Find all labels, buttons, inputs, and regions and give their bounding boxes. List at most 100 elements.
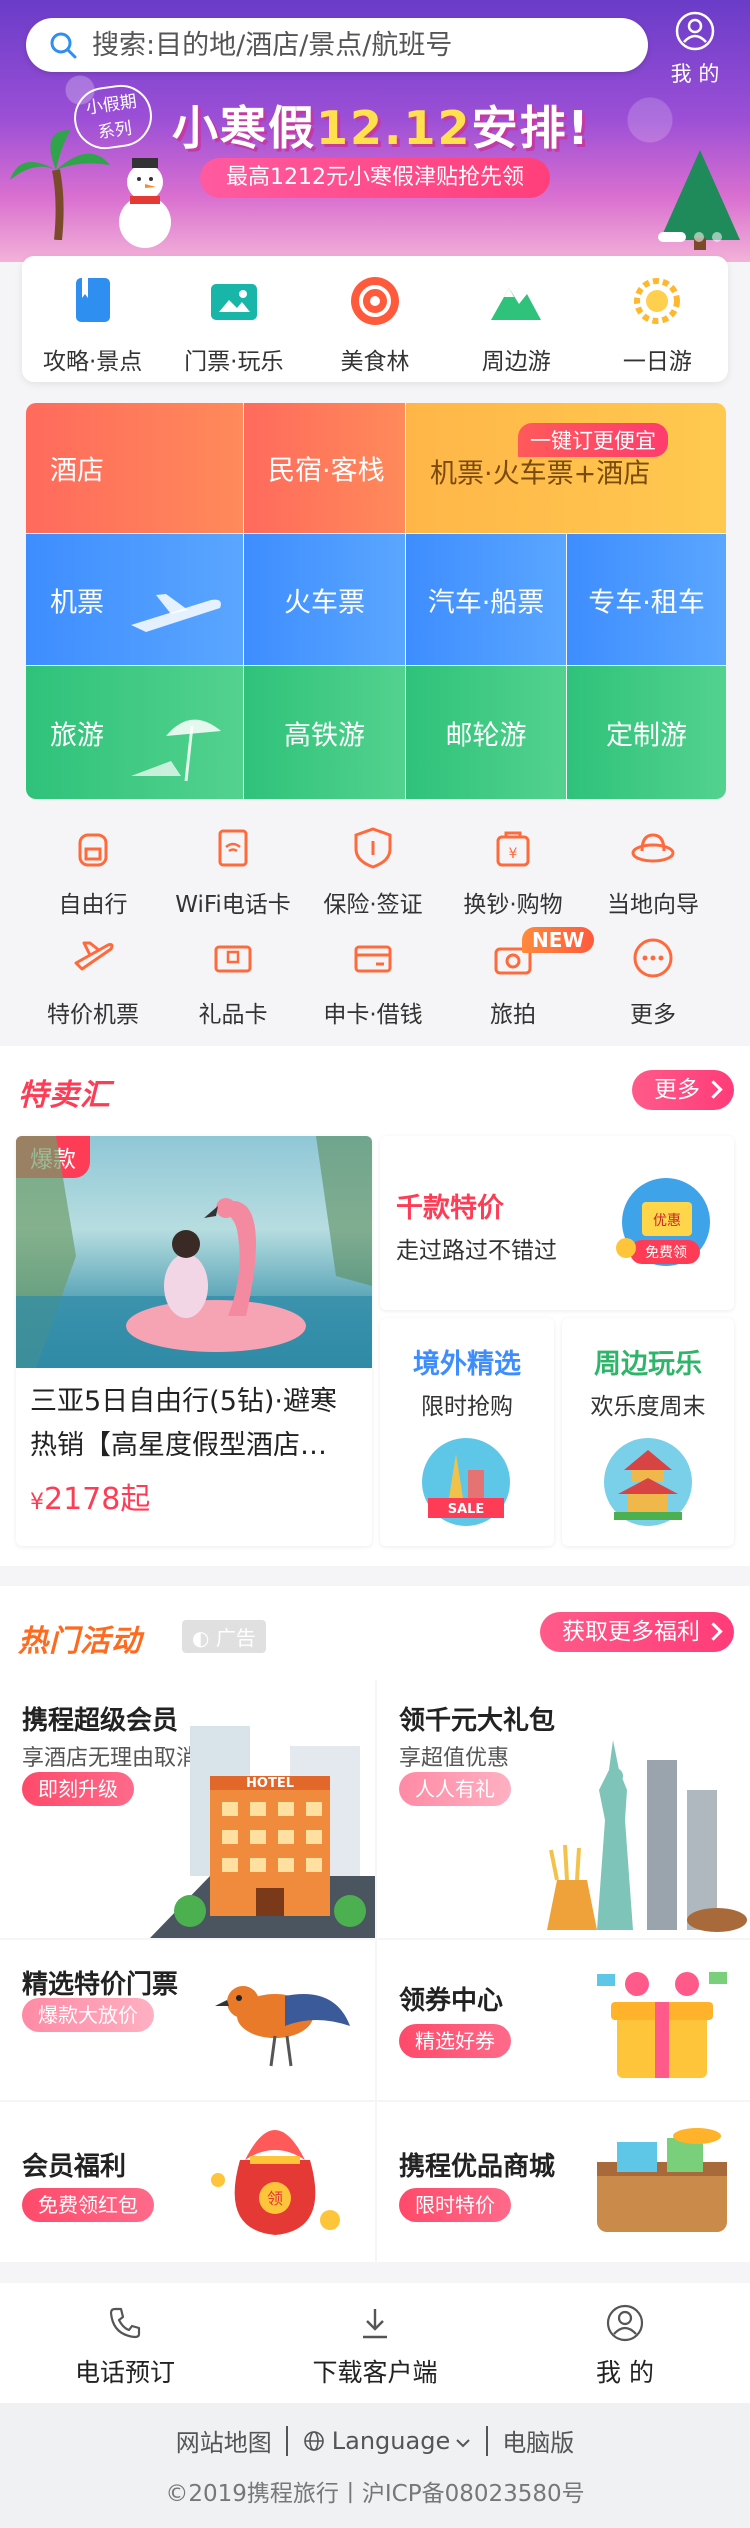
grid-travel[interactable]: 旅游	[26, 666, 243, 799]
grid-custom-label: 定制游	[606, 720, 687, 751]
coupon-bubble-illustration: 优惠 免费领	[616, 1178, 710, 1266]
bottom-bar-label: 下载客户端	[312, 2358, 438, 2387]
grid-bus-ship[interactable]: 汽车·船票	[406, 534, 566, 665]
activity-button[interactable]: 精选好券	[399, 2024, 511, 2058]
service-wifi-card[interactable]: WiFi电话卡	[158, 825, 308, 919]
plane-illustration	[131, 594, 221, 632]
grid-highspeed-label: 高铁游	[284, 720, 365, 751]
quick-nav-daytrip[interactable]: 一日游	[587, 256, 728, 382]
promo-title: 小寒假12.12安排!	[172, 92, 591, 158]
palm-tree-illustration	[10, 130, 110, 240]
activity-super-member[interactable]: 携程超级会员 享酒店无理由取消 即刻升级 HOTEL	[0, 1680, 375, 1938]
service-credit-card[interactable]: 申卡·借钱	[298, 935, 448, 1029]
deal-overseas[interactable]: 境外精选 限时抢购 SALE	[380, 1318, 554, 1546]
backpack-icon	[78, 833, 108, 867]
activity-button[interactable]: 人人有礼	[399, 1772, 511, 1806]
activity-special-tickets[interactable]: 精选特价门票 爆款大放价	[0, 1940, 375, 2100]
quick-nav-guide[interactable]: 攻略·景点	[22, 256, 163, 382]
activity-button[interactable]: 免费领红包	[22, 2188, 154, 2222]
promo-banner[interactable]: 我 的 小假期 系列 小寒假12.12安排! 最高1212元小寒假津贴抢先领	[0, 0, 750, 262]
overseas-landmarks-illustration: SALE	[422, 1438, 510, 1526]
activity-mall[interactable]: 携程优品商城 限时特价	[377, 2102, 750, 2262]
sitemap-link[interactable]: 网站地图	[176, 2423, 272, 2458]
service-more[interactable]: 更多	[578, 935, 728, 1029]
service-label: 换钞·购物	[463, 892, 563, 918]
service-gift-card[interactable]: 礼品卡	[158, 935, 308, 1029]
deal-main-title: 三亚5日自由行(5钻)·避寒热销【高星度假型酒店…	[30, 1386, 338, 1461]
service-free-travel[interactable]: 自由行	[18, 825, 168, 919]
footer-divider	[285, 2425, 288, 2456]
copyright: ©2019携程旅行丨沪ICP备08023580号	[165, 2481, 585, 2507]
language-selector[interactable]: Language	[302, 2427, 472, 2455]
download-app-button[interactable]: 下载客户端	[250, 2283, 500, 2403]
grid-highspeed[interactable]: 高铁游	[244, 666, 405, 799]
search-icon	[50, 32, 77, 59]
service-travel-photo[interactable]: NEW 旅拍	[438, 927, 595, 1029]
service-label: 更多	[630, 1002, 676, 1028]
deal-side-subtitle: 限时抢购	[421, 1394, 513, 1420]
wifi-card-icon	[218, 829, 248, 867]
service-label: 保险·签证	[323, 892, 423, 918]
phone-booking-button[interactable]: 电话预订	[0, 2283, 250, 2403]
gift-box-illustration	[597, 1972, 727, 2078]
phone-icon	[109, 2307, 141, 2339]
quick-nav-food[interactable]: 美食林	[304, 256, 445, 382]
my-account-button[interactable]: 我 的	[660, 10, 730, 90]
coupon-top-text: 优惠	[653, 1213, 681, 1229]
activity-button[interactable]: 爆款大放价	[22, 1998, 154, 2032]
service-label: 自由行	[58, 892, 128, 918]
my-account-bottom-button[interactable]: 我 的	[500, 2283, 750, 2403]
quick-nav-nearby[interactable]: 周边游	[446, 256, 587, 382]
desktop-version-link[interactable]: 电脑版	[502, 2423, 574, 2458]
grid-travel-label: 旅游	[50, 720, 104, 751]
deal-main-card[interactable]: 爆款 三亚5日自由行(5钻)·避寒热销【高星度假型酒店… ¥2178起	[16, 1136, 372, 1546]
deal-nearby-fun[interactable]: 周边玩乐 欢乐度周末	[562, 1318, 734, 1546]
deals-more-button[interactable]: 更多	[632, 1070, 734, 1110]
service-label: 特价机票	[47, 1002, 139, 1028]
grid-flight-label: 机票	[50, 587, 104, 618]
search-bar[interactable]	[26, 18, 648, 72]
hotel-sign-text: HOTEL	[246, 1776, 294, 1791]
grid-car-rental[interactable]: 专车·租车	[567, 534, 726, 665]
service-label: 申卡·借钱	[323, 1002, 423, 1028]
guide-hat-icon	[631, 833, 675, 863]
grid-bus-ship-label: 汽车·船票	[427, 587, 545, 618]
user-icon	[606, 2304, 644, 2342]
activity-button[interactable]: 限时特价	[399, 2188, 511, 2222]
promo-subtitle: 最高1212元小寒假津贴抢先领	[200, 158, 550, 198]
activity-title: 携程优品商城	[399, 2152, 556, 2182]
pagoda-illustration	[604, 1438, 692, 1526]
activity-member-benefits[interactable]: 会员福利 免费领红包 领	[0, 2102, 375, 2262]
service-label: WiFi电话卡	[175, 892, 291, 918]
service-local-guide[interactable]: 当地向导	[578, 825, 728, 919]
activity-button[interactable]: 即刻升级	[22, 1772, 134, 1806]
grid-cruise[interactable]: 邮轮游	[406, 666, 566, 799]
activity-title: 领券中心	[399, 1986, 504, 2016]
search-input[interactable]	[92, 29, 612, 61]
grid-car-rental-label: 专车·租车	[588, 587, 705, 618]
activity-gift-pack[interactable]: 领千元大礼包 享超值优惠 人人有礼	[377, 1680, 750, 1938]
quick-nav-tickets[interactable]: 门票·玩乐	[163, 256, 304, 382]
deal-thousand-specials[interactable]: 千款特价 走过路过不错过 优惠 免费领	[380, 1136, 734, 1310]
footer-links: 网站地图 Language 电脑版	[0, 2423, 750, 2458]
activity-coupon-center[interactable]: 领券中心 精选好券	[377, 1940, 750, 2100]
language-label: Language	[331, 2426, 451, 2455]
grid-custom[interactable]: 定制游	[567, 666, 726, 799]
footer-divider	[486, 2425, 489, 2456]
activities-more-button[interactable]: 获取更多福利	[540, 1612, 734, 1652]
grid-flight[interactable]: 机票	[26, 534, 243, 665]
service-exchange-shopping[interactable]: ¥ 换钞·购物	[438, 825, 588, 919]
activities-section-title: 热门活动	[18, 1624, 142, 1659]
service-cheap-flights[interactable]: 特价机票	[18, 935, 168, 1029]
grid-homestay[interactable]: 民宿·客栈	[244, 403, 405, 533]
service-label: 旅拍	[490, 1002, 536, 1028]
product-grid: 酒店 民宿·客栈 一键订更便宜 机票·火车票+酒店 机票 火车票 汽车·船票 专…	[26, 403, 726, 799]
ad-icon: ◐	[192, 1626, 216, 1650]
deals-section-title: 特卖汇	[18, 1078, 111, 1113]
shield-icon	[354, 827, 392, 869]
grid-train[interactable]: 火车票	[244, 534, 405, 665]
grid-flight-train-hotel[interactable]: 一键订更便宜 机票·火车票+酒店	[406, 403, 726, 533]
deal-side-subtitle: 走过路过不错过	[396, 1238, 557, 1264]
service-insurance-visa[interactable]: 保险·签证	[298, 825, 448, 919]
grid-hotel[interactable]: 酒店	[26, 403, 243, 533]
